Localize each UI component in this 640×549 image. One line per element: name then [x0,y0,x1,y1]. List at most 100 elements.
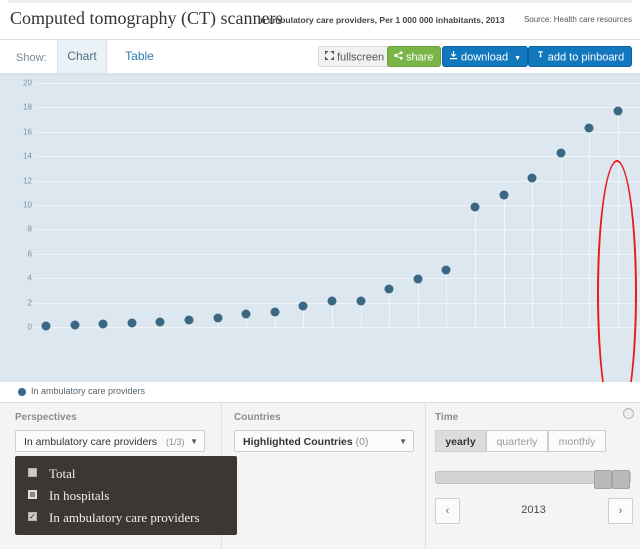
data-point[interactable] [413,274,423,284]
data-point[interactable] [556,148,566,158]
data-point[interactable] [470,202,480,212]
y-axis-tick-label: 6 [27,249,32,259]
dropdown-option[interactable]: Total [15,463,237,485]
gridline [34,327,640,328]
data-point[interactable] [41,321,51,331]
data-point-stem [532,178,534,327]
data-point[interactable] [270,307,280,317]
share-label: share [406,51,434,64]
gridline [34,253,640,255]
gridline [34,302,640,304]
data-point[interactable] [499,190,509,200]
y-axis-tick-label: 16 [23,127,32,137]
y-axis-tick-label: 8 [27,224,32,234]
data-point[interactable] [213,313,223,323]
chart-canvas[interactable]: 02468101214161820 FinlandLuxembourgMexic… [0,76,640,458]
page-subtitle: In ambulatory care providers, Per 1 000 … [258,15,505,25]
data-point[interactable] [155,317,165,327]
gridline [34,131,640,133]
countries-title: Countries [234,412,281,423]
data-point[interactable] [184,315,194,325]
data-point[interactable] [441,265,451,275]
data-point-stem [475,207,476,327]
tab-chart[interactable]: Chart [57,40,107,73]
page-header: Computed tomography (CT) scanners In amb… [0,0,640,40]
data-point-stem [446,269,448,327]
fullscreen-label: fullscreen [337,51,385,64]
dropdown-option[interactable]: In hospitals [15,485,237,507]
plot-region: 0 2 4 6 8 10 12 14 16 18 20 [0,76,640,382]
control-panels: Perspectives In ambulatory care provider… [0,403,640,549]
granularity-yearly[interactable]: yearly [435,430,486,452]
gridline [34,229,640,231]
y-axis-tick-label: 0 [27,322,32,332]
data-point-stem [618,111,619,327]
chevron-down-icon: ▼ [190,437,198,446]
toolbar: Show: Chart Table fullscreen share downl… [0,40,640,76]
prev-year-button[interactable]: ‹ [435,498,460,524]
y-axis-tick-label: 2 [27,298,32,308]
granularity-monthly[interactable]: monthly [548,430,606,452]
share-button[interactable]: share [387,46,441,67]
y-axis-tick-label: 10 [23,200,32,210]
y-axis-tick-label: 14 [23,151,32,161]
gridline [34,156,640,158]
y-axis-tick-label: 20 [23,78,32,88]
data-point[interactable] [241,309,251,319]
data-point[interactable] [384,284,394,294]
data-point[interactable] [127,318,137,328]
pinboard-label: add to pinboard [547,51,625,64]
data-point-stem [417,279,419,327]
perspectives-count: (1/3) [165,437,185,447]
data-point[interactable] [527,173,537,183]
data-point[interactable] [327,296,337,306]
chart-page: Computed tomography (CT) scanners In amb… [0,0,640,549]
tab-table[interactable]: Table [112,40,167,73]
checkbox-icon[interactable] [28,468,37,477]
dropdown-option-label: In hospitals [49,488,110,503]
y-axis-tick-label: 18 [23,102,32,112]
pin-icon [536,47,545,68]
perspectives-selected-label: In ambulatory care providers [24,436,158,448]
data-point-stem [560,152,562,327]
y-axis-tick-label: 4 [27,273,32,283]
legend-label[interactable]: In ambulatory care providers [31,386,145,396]
perspectives-dropdown-menu[interactable]: Total In hospitals ✓ In ambulatory care pro… [15,456,237,535]
dropdown-option-label: In ambulatory care providers [49,510,200,525]
slider-handle-end[interactable] [612,470,630,489]
panel-time: ⓘ Time yearly quarterly monthly ‹ 2013 › [426,403,640,549]
data-point[interactable] [584,123,594,133]
data-point-stem [589,128,591,327]
show-label: Show: [16,52,47,64]
countries-selected-label: Highlighted Countries [243,436,353,448]
data-point[interactable] [70,320,80,330]
data-point[interactable] [298,301,308,311]
chart-legend: In ambulatory care providers [0,382,640,403]
data-point-stem [389,289,391,327]
fullscreen-button[interactable]: fullscreen [318,46,392,67]
data-point[interactable] [98,319,108,329]
download-icon [449,47,458,68]
granularity-quarterly[interactable]: quarterly [486,430,548,452]
data-point[interactable] [356,296,366,306]
checkbox-icon[interactable] [28,490,37,499]
checkbox-icon[interactable]: ✓ [28,512,37,521]
data-point-stem [503,195,505,327]
dropdown-option-label: Total [49,466,76,481]
page-title: Computed tomography (CT) scanners [10,8,283,28]
add-to-pinboard-button[interactable]: add to pinboard [528,46,632,67]
gridline [34,180,640,182]
gridline [34,107,640,109]
share-icon [394,47,403,68]
slider-handle-start[interactable] [594,470,612,489]
dropdown-option[interactable]: ✓ In ambulatory care providers [15,507,237,529]
time-range-slider[interactable] [435,470,631,489]
next-year-button[interactable]: › [608,498,633,524]
data-point[interactable] [613,106,623,116]
download-button[interactable]: download ▼ [442,46,529,68]
panel-perspectives: Perspectives In ambulatory care provider… [0,403,237,549]
gridline [34,83,640,84]
info-icon[interactable]: ⓘ [623,408,634,419]
perspectives-select[interactable]: In ambulatory care providers (1/3) ▼ [15,430,205,452]
countries-select[interactable]: Highlighted Countries (0) ▼ [234,430,414,452]
